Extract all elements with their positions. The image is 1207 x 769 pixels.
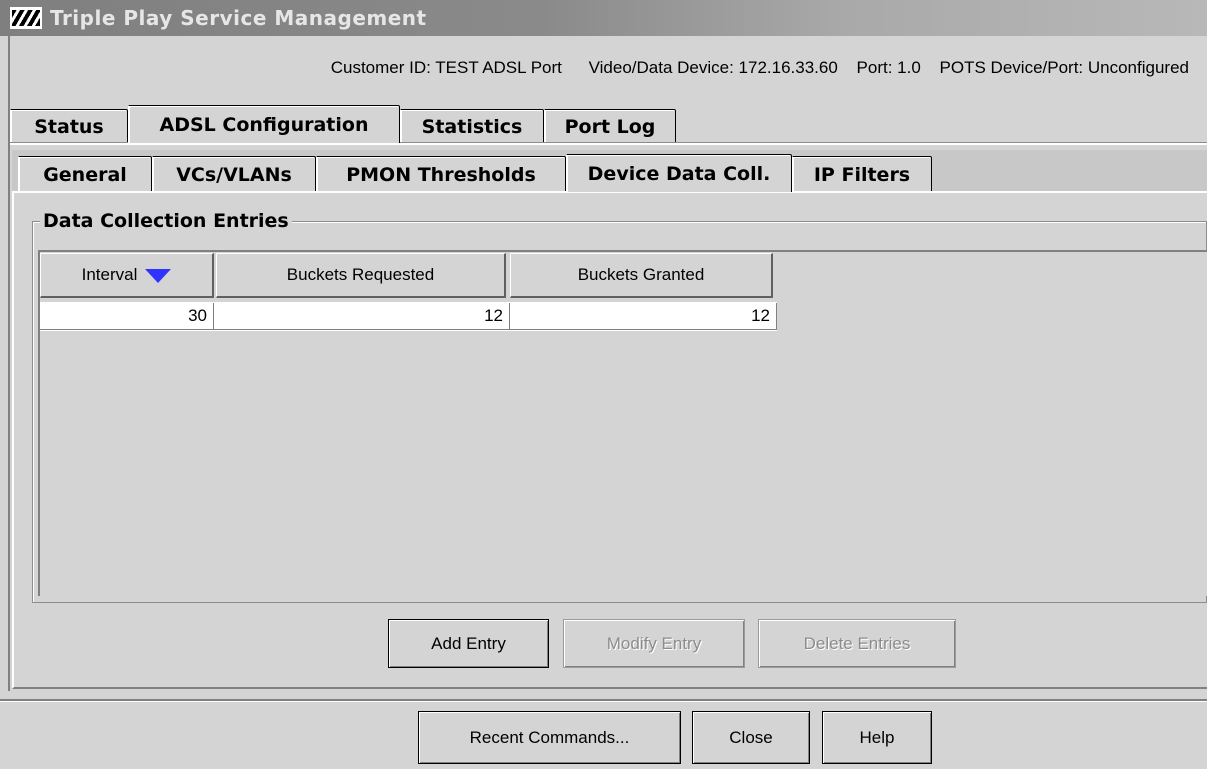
column-header-buckets-requested[interactable]: Buckets Requested	[216, 253, 506, 298]
tab-ip-filters[interactable]: IP Filters	[792, 156, 932, 192]
title-bar[interactable]: Triple Play Service Management	[0, 0, 1207, 36]
delete-entries-button[interactable]: Delete Entries	[758, 619, 956, 668]
column-header-interval[interactable]: Interval	[40, 253, 214, 298]
tab-general[interactable]: General	[18, 156, 152, 192]
cell-interval[interactable]: 30	[40, 303, 214, 330]
column-header-buckets-granted[interactable]: Buckets Granted	[510, 253, 773, 298]
tab-device-data-coll[interactable]: Device Data Coll.	[566, 154, 792, 192]
footer-separator	[0, 699, 1207, 702]
cell-buckets-requested[interactable]: 12	[214, 303, 510, 330]
tab-vcs-vlans[interactable]: VCs/VLANs	[152, 156, 316, 192]
groupbox-title: Data Collection Entries	[40, 210, 292, 232]
sort-descending-icon	[145, 269, 172, 283]
help-button[interactable]: Help	[822, 711, 932, 764]
port-label: Port: 1.0	[856, 58, 921, 77]
add-entry-button[interactable]: Add Entry	[388, 619, 549, 668]
recent-commands-button[interactable]: Recent Commands...	[418, 711, 681, 764]
modify-entry-button[interactable]: Modify Entry	[563, 619, 745, 668]
close-button[interactable]: Close	[692, 711, 810, 764]
tab-statistics[interactable]: Statistics	[400, 109, 544, 143]
customer-id-label: Customer ID: TEST ADSL Port	[330, 58, 562, 77]
window-title: Triple Play Service Management	[50, 6, 427, 30]
tab-port-log[interactable]: Port Log	[544, 109, 676, 143]
app-logo-icon	[10, 7, 42, 29]
cell-buckets-granted[interactable]: 12	[510, 303, 777, 330]
port-info-line: Customer ID: TEST ADSL Port Video/Data D…	[331, 58, 1189, 78]
pots-device-label: POTS Device/Port: Unconfigured	[939, 58, 1189, 77]
video-data-device-label: Video/Data Device: 172.16.33.60	[588, 58, 838, 77]
sub-tab-bar: General VCs/VLANs PMON Thresholds Device…	[14, 152, 1207, 192]
main-tab-bar: Status ADSL Configuration Statistics Por…	[10, 103, 1207, 143]
app-window: Triple Play Service Management Customer …	[0, 0, 1207, 769]
tab-pmon-thresholds[interactable]: PMON Thresholds	[316, 156, 566, 192]
tab-adsl-configuration[interactable]: ADSL Configuration	[128, 105, 400, 143]
tab-status[interactable]: Status	[10, 109, 128, 143]
